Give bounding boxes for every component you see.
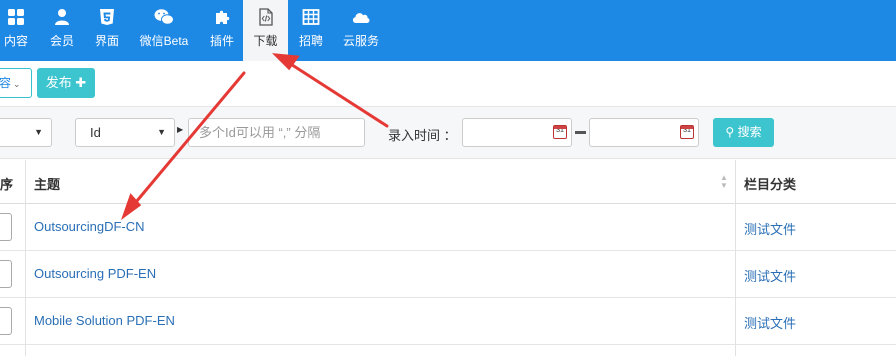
column-divider xyxy=(25,160,26,356)
top-nav: 内容 会员 界面 微信Beta 插件 下载 招聘 云服务 xyxy=(0,0,896,61)
row-category-link[interactable]: 测试文件 xyxy=(744,266,796,285)
id-input-placeholder: 多个Id可以用 “,” 分隔 xyxy=(199,125,321,140)
field-select[interactable]: Id ▼ xyxy=(75,118,175,147)
nav-label: 会员 xyxy=(49,34,74,48)
nav-label: 微信Beta xyxy=(139,34,189,48)
caret-right-icon: ▶ xyxy=(177,125,184,134)
user-icon xyxy=(55,9,69,25)
nav-item-content[interactable]: 内容 xyxy=(0,0,32,61)
nav-item-interface[interactable]: 界面 xyxy=(88,0,126,61)
html5-icon xyxy=(100,9,114,25)
caret-down-icon: ▼ xyxy=(157,127,166,137)
grid-icon xyxy=(8,9,24,25)
start-date-input[interactable]: 31 xyxy=(462,118,572,147)
nav-label: 内容 xyxy=(3,34,28,48)
calendar-icon[interactable]: 31 xyxy=(553,125,567,139)
table-row: Mobile Solution PDF-EN 测试文件 xyxy=(0,298,896,345)
search-label: 搜索 xyxy=(737,125,762,139)
toolbar: 容 ⌄ 发布 ✚ xyxy=(0,61,896,107)
nav-item-plugins[interactable]: 插件 xyxy=(204,0,240,61)
row-title-link[interactable]: OutsourcingDF-CN xyxy=(34,219,145,234)
nav-item-cloud[interactable]: 云服务 xyxy=(340,0,382,61)
search-icon: ⚲ xyxy=(725,125,735,139)
order-input[interactable] xyxy=(0,307,12,335)
content-dropdown-label: 容 xyxy=(0,76,12,90)
nav-item-members[interactable]: 会员 xyxy=(44,0,80,61)
sort-icon[interactable]: ▲ ▼ xyxy=(720,174,728,190)
table-icon xyxy=(302,9,320,25)
code-file-icon xyxy=(258,8,273,26)
order-header[interactable]: 序 xyxy=(0,174,13,193)
nav-label: 界面 xyxy=(94,34,119,48)
row-title-link[interactable]: Outsourcing PDF-EN xyxy=(34,266,156,281)
caret-down-icon: ▼ xyxy=(34,127,43,137)
chevron-down-icon: ⌄ xyxy=(13,79,21,89)
category-select[interactable]: ▼ xyxy=(0,118,52,147)
nav-label: 云服务 xyxy=(342,34,379,48)
end-date-input[interactable]: 31 xyxy=(589,118,699,147)
row-category-link[interactable]: 测试文件 xyxy=(744,219,796,238)
nav-item-wechat[interactable]: 微信Beta xyxy=(136,0,192,61)
calendar-icon[interactable]: 31 xyxy=(680,125,694,139)
filter-bar: ▼ Id ▼ 多个Id可以用 “,” 分隔 录入时间 ： 31 31 ⚲ 搜索 xyxy=(0,107,896,159)
column-divider xyxy=(735,160,736,356)
table-header: 序 主题 ▲ ▼ 栏目分类 xyxy=(0,160,896,204)
date-label: 录入时间 ： xyxy=(388,128,457,143)
row-title-link[interactable]: Mobile Solution PDF-EN xyxy=(34,313,175,328)
table-row: OutsourcingDF-CN 测试文件 xyxy=(0,204,896,251)
table-row: Outsourcing PDF-EN 测试文件 xyxy=(0,251,896,298)
nav-label: 插件 xyxy=(209,34,234,48)
wechat-icon xyxy=(154,9,174,25)
nav-item-download[interactable]: 下载 xyxy=(243,0,288,61)
plus-icon: ✚ xyxy=(75,75,87,90)
row-category-link[interactable]: 测试文件 xyxy=(744,313,796,332)
title-header[interactable]: 主题 xyxy=(34,174,60,193)
date-range-separator xyxy=(575,131,586,134)
puzzle-icon xyxy=(216,10,230,24)
search-button[interactable]: ⚲ 搜索 xyxy=(713,118,774,147)
field-select-value: Id xyxy=(90,125,101,140)
nav-item-recruit[interactable]: 招聘 xyxy=(294,0,328,61)
nav-label: 招聘 xyxy=(298,34,323,48)
order-input[interactable] xyxy=(0,213,12,241)
content-dropdown-button[interactable]: 容 ⌄ xyxy=(0,68,32,98)
category-header[interactable]: 栏目分类 xyxy=(744,174,796,193)
nav-label: 下载 xyxy=(253,34,278,48)
id-input[interactable]: 多个Id可以用 “,” 分隔 xyxy=(188,118,365,147)
cloud-icon xyxy=(352,13,370,23)
publish-button[interactable]: 发布 ✚ xyxy=(37,68,95,98)
order-input[interactable] xyxy=(0,260,12,288)
publish-label: 发布 xyxy=(45,75,72,90)
